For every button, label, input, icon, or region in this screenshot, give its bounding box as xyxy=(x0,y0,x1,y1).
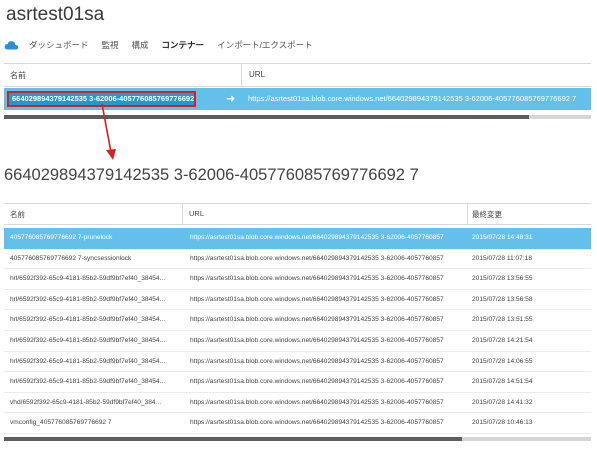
blob-modified-cell[interactable]: 2015/07/28 10:46:13 xyxy=(472,419,533,426)
blobs-table: 名前 URL 最終変更 405776085769776692 7-prunelo… xyxy=(4,203,591,434)
blob-modified-cell[interactable]: 2015/07/28 13:56:55 xyxy=(472,275,533,282)
blob-url-cell[interactable]: https://asrtest01sa.blob.core.windows.ne… xyxy=(190,255,465,262)
blob-name-cell[interactable]: vhd/6592f392-65c9-4181-85b2-59df9bf7ef40… xyxy=(10,399,180,406)
blob-name-cell[interactable]: hrl/6592f392-65c9-4181-85b2-59df9bf7ef40… xyxy=(10,337,180,344)
blob-modified-cell[interactable]: 2015/07/28 11:07:18 xyxy=(472,255,532,262)
container-row[interactable]: 664029894379142535 3-62006-4057760857697… xyxy=(4,88,591,110)
blob-name-cell[interactable]: hrl/6592f392-65c9-4181-85b2-59df9bf7ef40… xyxy=(10,296,180,303)
table-row[interactable]: vmconfig_405776085769776692 7 https://asr… xyxy=(4,413,591,434)
table-row[interactable]: hrl/6592f392-65c9-4181-85b2-59df9bf7ef40… xyxy=(4,290,591,311)
tab-dashboard[interactable]: ダッシュボード xyxy=(29,39,89,51)
nav-bar: ダッシュボード 監視 構成 コンテナー インポート/エクスポート xyxy=(4,37,326,53)
blob-modified-cell[interactable]: 2015/07/28 14:06:55 xyxy=(472,358,533,365)
horizontal-scrollbar-top[interactable] xyxy=(4,115,591,119)
blob-name-cell[interactable]: 405776085769776692 7-syncsessionlock xyxy=(10,255,180,262)
column-divider xyxy=(241,64,242,86)
blob-modified-cell[interactable]: 2015/07/28 14:51:54 xyxy=(472,378,533,385)
blob-modified-cell[interactable]: 2015/07/28 14:41:32 xyxy=(472,399,533,406)
containers-table-header: 名前 URL xyxy=(4,63,591,87)
blob-url-cell[interactable]: https://asrtest01sa.blob.core.windows.ne… xyxy=(190,419,465,426)
containers-table: 名前 URL 664029894379142535 3-62006-405776… xyxy=(4,63,591,110)
table-row[interactable]: hrl/6592f392-65c9-4181-85b2-59df9bf7ef40… xyxy=(4,331,591,352)
scrollbar-thumb[interactable] xyxy=(4,115,529,119)
blob-modified-cell[interactable]: 2015/07/28 14:21:54 xyxy=(472,337,533,344)
tab-monitor[interactable]: 監視 xyxy=(102,39,119,51)
container-name-cell[interactable]: 664029894379142535 3-62006-4057760857697… xyxy=(7,91,196,107)
table-row[interactable]: hrl/6592f392-65c9-4181-85b2-59df9bf7ef40… xyxy=(4,372,591,393)
blob-modified-cell[interactable]: 2015/07/28 14:48:31 xyxy=(472,234,533,241)
app-title: asrtest01sa xyxy=(6,4,105,25)
blob-url-cell[interactable]: https://asrtest01sa.blob.core.windows.ne… xyxy=(190,378,465,385)
column-divider xyxy=(467,204,468,224)
blob-name-cell[interactable]: hrl/6592f392-65c9-4181-85b2-59df9bf7ef40… xyxy=(10,275,180,282)
blob-url-cell[interactable]: https://asrtest01sa.blob.core.windows.ne… xyxy=(190,399,465,406)
blob-name-cell[interactable]: hrl/6592f392-65c9-4181-85b2-59df9bf7ef40… xyxy=(10,316,180,323)
container-url-cell[interactable]: https://asrtest01sa.blob.core.windows.ne… xyxy=(248,94,576,103)
cloud-icon[interactable] xyxy=(4,39,19,51)
table-row[interactable]: hrl/6592f392-65c9-4181-85b2-59df9bf7ef40… xyxy=(4,269,591,290)
blob-modified-cell[interactable]: 2015/07/28 13:56:58 xyxy=(472,296,533,303)
blob-url-cell[interactable]: https://asrtest01sa.blob.core.windows.ne… xyxy=(190,234,465,241)
scrollbar-thumb[interactable] xyxy=(4,437,462,441)
column-header-name[interactable]: 名前 xyxy=(10,70,26,81)
tab-containers[interactable]: コンテナー xyxy=(162,39,205,51)
column-header-url[interactable]: URL xyxy=(249,70,265,79)
tab-import-export[interactable]: インポート/エクスポート xyxy=(217,39,313,51)
column-header-modified[interactable]: 最終変更 xyxy=(472,209,502,220)
table-row[interactable]: vhd/6592f392-65c9-4181-85b2-59df9bf7ef40… xyxy=(4,393,591,414)
blob-url-cell[interactable]: https://asrtest01sa.blob.core.windows.ne… xyxy=(190,316,465,323)
horizontal-scrollbar-bottom[interactable] xyxy=(4,437,591,441)
table-row[interactable]: hrl/6592f392-65c9-4181-85b2-59df9bf7ef40… xyxy=(4,310,591,331)
blob-name-cell[interactable]: vmconfig_405776085769776692 7 xyxy=(10,419,180,426)
blob-name-cell[interactable]: 405776085769776692 7-prunelock xyxy=(10,234,180,241)
blob-url-cell[interactable]: https://asrtest01sa.blob.core.windows.ne… xyxy=(190,275,465,282)
container-title: 664029894379142535 3-62006-4057760857697… xyxy=(4,166,419,184)
blob-rows: 405776085769776692 7-prunelock https://as… xyxy=(4,228,591,434)
arrow-right-icon[interactable]: ➜ xyxy=(226,92,235,105)
blob-modified-cell[interactable]: 2015/07/28 13:51:55 xyxy=(472,316,533,323)
blobs-table-header: 名前 URL 最終変更 xyxy=(4,203,591,225)
table-row[interactable]: 405776085769776692 7-syncsessionlock http… xyxy=(4,249,591,270)
column-header-name[interactable]: 名前 xyxy=(10,209,25,220)
column-divider xyxy=(182,204,183,224)
blob-url-cell[interactable]: https://asrtest01sa.blob.core.windows.ne… xyxy=(190,358,465,365)
column-header-url[interactable]: URL xyxy=(189,209,204,218)
blob-url-cell[interactable]: https://asrtest01sa.blob.core.windows.ne… xyxy=(190,296,465,303)
table-row[interactable]: 405776085769776692 7-prunelock https://as… xyxy=(4,228,591,249)
table-row[interactable]: hrl/6592f392-65c9-4181-85b2-59df9bf7ef40… xyxy=(4,352,591,373)
blob-url-cell[interactable]: https://asrtest01sa.blob.core.windows.ne… xyxy=(190,337,465,344)
blob-name-cell[interactable]: hrl/6592f392-65c9-4181-85b2-59df9bf7ef40… xyxy=(10,378,180,385)
tab-configure[interactable]: 構成 xyxy=(132,39,149,51)
blob-name-cell[interactable]: hrl/6592f392-65c9-4181-85b2-59df9bf7ef40… xyxy=(10,358,180,365)
